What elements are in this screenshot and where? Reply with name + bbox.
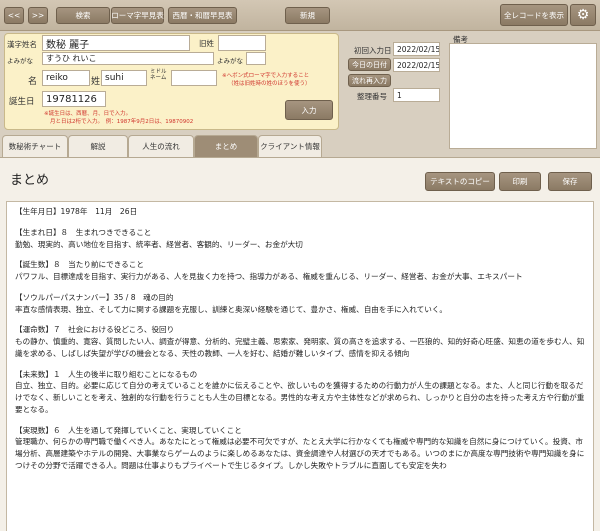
birthday-label: 誕生日 [9, 97, 35, 107]
kanji-name-label: 漢字姓名 [7, 40, 37, 49]
section-body: 勤勉、現実的、高い地位を目指す、統率者、経営者、客観的、リーダー、お金が大切 [15, 239, 303, 249]
page-title: まとめ [10, 173, 50, 188]
new-record-button[interactable]: 新規 [285, 7, 330, 24]
first-name-label: 名 [28, 77, 38, 87]
last-name-field[interactable]: suhi [101, 70, 147, 86]
birthday-note-2: 月と日は2桁で入力。 例：1987年9月2日は、19870902 [50, 119, 194, 125]
submit-button[interactable]: 入力 [285, 100, 333, 120]
section-body: パワフル、目標達成を目指す、実行力がある、人を見抜く力を持つ、指導力がある、権威… [15, 272, 523, 282]
hepburn-note-2: （姓は旧姓時の姓のほうを使う） [228, 81, 311, 87]
show-all-records-button[interactable]: 全レコードを表示 [500, 4, 568, 26]
tab-bar: 数秘術チャート 解説 人生の流れ まとめ クライアント情報 [0, 135, 600, 157]
section-body: 自立、独立、目的。必要に応じて自分の考えていることを誰かに伝えることや、欲しいも… [15, 381, 585, 414]
romaji-table-button[interactable]: ローマ字早見表 [111, 7, 164, 24]
flow-reinput-button[interactable]: 流れ再入力 [348, 74, 391, 87]
tab-life-flow[interactable]: 人生の流れ [128, 135, 194, 157]
section-body: もの静か、慎重的、寛容、質問したい人、調査が得意、分析的、完璧主義、思索家、発明… [15, 337, 585, 358]
summary-section: 【運命数】７ 社会における役どころ、役回り もの静か、慎重的、寛容、質問したい人… [15, 324, 585, 359]
tab-numerology-chart[interactable]: 数秘術チャート [2, 135, 68, 157]
print-button[interactable]: 印刷 [499, 172, 541, 191]
save-button[interactable]: 保存 [548, 172, 592, 191]
summary-section: 【ソウルパーパスナンバー】35 / 8 魂の目的 率直な感情表現、独立、そして力… [15, 292, 585, 316]
first-name-field[interactable]: reiko [42, 70, 90, 86]
section-heading: 【ソウルパーパスナンバー】35 / 8 魂の目的 [15, 292, 174, 302]
summary-section: 【生年月日】1978年 11月 26日 [15, 206, 585, 218]
tab-explanation[interactable]: 解説 [68, 135, 128, 157]
today-date-button[interactable]: 今日の日付 [348, 58, 391, 71]
summary-section: 【未来数】１ 人生の後半に取り組むことになるもの 自立、独立、目的。必要に応じて… [15, 369, 585, 416]
old-surname-label: 旧姓 [199, 39, 214, 48]
record-number-label: 整理番号 [357, 92, 387, 101]
yomigana-field[interactable]: すうひ れいこ [42, 52, 214, 65]
notes-textarea[interactable] [449, 43, 597, 149]
hepburn-note-1: ※ヘボン式ローマ字で入力すること [222, 73, 310, 79]
first-input-date-label: 初回入力日 [354, 46, 392, 55]
yomigana-label: よみがな [7, 57, 33, 65]
tab-summary[interactable]: まとめ [194, 135, 258, 157]
middle-name-field[interactable] [171, 70, 217, 86]
section-heading: 【実現数】６ 人生を通して発揮していくこと、実現していくこと [15, 425, 242, 435]
next-record-button[interactable]: >> [28, 7, 48, 24]
old-surname-field[interactable] [218, 35, 266, 51]
middle-name-label: ミドル ネーム [150, 69, 167, 82]
kanji-name-field[interactable]: 数秘 麗子 [42, 35, 190, 51]
section-heading: 【生まれ日】８ 生まれつきできること [15, 227, 152, 237]
summary-section: 【生まれ日】８ 生まれつきできること 勤勉、現実的、高い地位を目指す、統率者、経… [15, 227, 585, 251]
search-button[interactable]: 検索 [56, 7, 110, 24]
today-date-field[interactable]: 2022/02/15 [393, 58, 440, 72]
section-heading: 【生年月日】1978年 11月 26日 [15, 207, 138, 216]
summary-text-area[interactable]: 【生年月日】1978年 11月 26日 【生まれ日】８ 生まれつきできること 勤… [6, 201, 594, 531]
era-table-button[interactable]: 西暦・和暦早見表 [168, 7, 237, 24]
prev-record-button[interactable]: << [4, 7, 24, 24]
gear-icon[interactable]: ⚙ [570, 4, 596, 26]
summary-section: 【実現数】６ 人生を通して発揮していくこと、実現していくこと 管理職か、何らかの… [15, 425, 585, 472]
first-input-date-field[interactable]: 2022/02/15 [393, 42, 440, 56]
section-heading: 【誕生数】８ 当たり前にできること [15, 260, 144, 270]
section-heading: 【運命数】７ 社会における役どころ、役回り [15, 325, 175, 335]
last-name-label: 姓 [91, 77, 101, 87]
yomigana2-label: よみがな [217, 57, 243, 65]
tab-client-info[interactable]: クライアント情報 [258, 135, 322, 157]
section-body: 管理職か、何らかの専門職で働くべき人。あなたにとって権威は必要不可欠ですが、たと… [15, 437, 585, 471]
summary-section: 【誕生数】８ 当たり前にできること パワフル、目標達成を目指す、実行力がある、人… [15, 259, 585, 283]
birthday-field[interactable]: 19781126 [42, 91, 106, 107]
summary-panel: まとめ テキストのコピー 印刷 保存 【生年月日】1978年 11月 26日 【… [0, 157, 600, 531]
copy-text-button[interactable]: テキストのコピー [425, 172, 495, 191]
yomigana2-field[interactable] [246, 52, 266, 65]
section-body: 率直な感情表現、独立、そして力に関する課題を克服し、訓練と奥深い経験を通じて、豊… [15, 304, 448, 314]
birthday-note-1: ※誕生日は、西暦、月、日で入力。 [44, 111, 132, 117]
section-heading: 【未来数】１ 人生の後半に取り組むことになるもの [15, 369, 198, 379]
record-number-field[interactable]: 1 [393, 88, 440, 102]
